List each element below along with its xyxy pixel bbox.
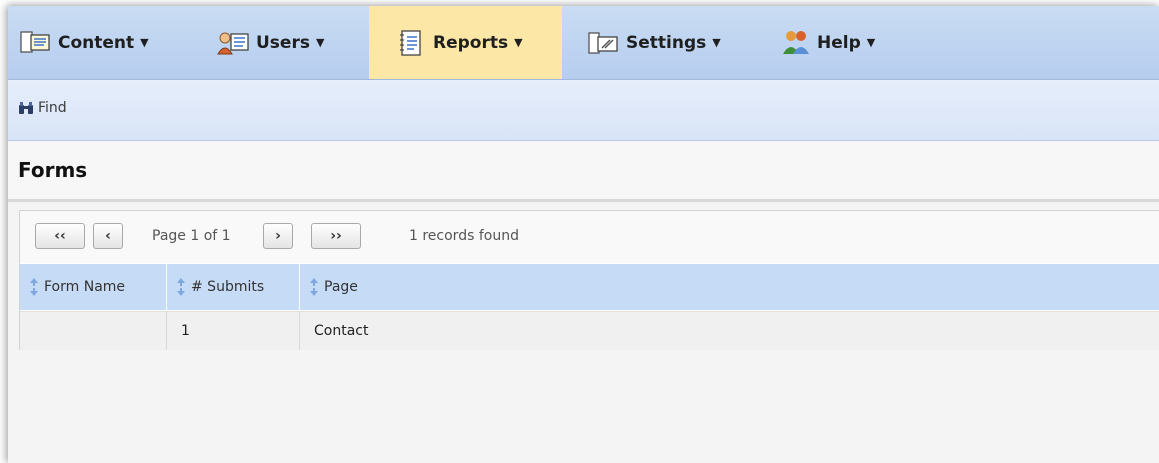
reports-icon (400, 29, 421, 56)
sort-icon (30, 278, 38, 296)
menu-help[interactable]: Help ▼ (781, 6, 875, 79)
menu-content-label: Content (58, 32, 135, 53)
chevron-down-icon: ▼ (712, 36, 721, 49)
chevron-down-icon: ▼ (315, 36, 325, 49)
table-row[interactable]: 1 Contact (20, 311, 1159, 350)
column-label: # Submits (191, 279, 265, 295)
sort-icon (177, 278, 185, 296)
title-area: Forms (8, 141, 1159, 202)
column-header-form-name[interactable]: Form Name (20, 264, 167, 310)
cell-submits: 1 (167, 312, 300, 350)
binoculars-icon (19, 102, 33, 114)
cell-page: Contact (314, 323, 369, 339)
forms-grid: ‹‹ ‹ Page 1 of 1 › ›› 1 records found Fo… (19, 210, 1159, 350)
cell-form-name (20, 312, 167, 350)
first-page-button[interactable]: ‹‹ (35, 223, 85, 249)
page-indicator: Page 1 of 1 (152, 228, 231, 244)
settings-icon (588, 31, 618, 54)
app-window: Content ▼ Users ▼ Reports ▼ Settings ▼ H… (8, 6, 1159, 463)
chevron-down-icon: ▼ (514, 36, 523, 49)
table-header-row: Form Name # Submits Page (20, 264, 1159, 310)
chevron-down-icon: ▼ (866, 36, 876, 49)
sort-icon (310, 278, 318, 296)
page-title: Forms (18, 158, 88, 182)
prev-page-button[interactable]: ‹ (93, 223, 123, 249)
column-label: Page (324, 279, 358, 295)
content-icon (20, 30, 50, 53)
chevron-down-icon: ▼ (140, 36, 149, 49)
help-icon (783, 30, 809, 54)
toolbar: Find (8, 80, 1159, 141)
menu-content[interactable]: Content ▼ (8, 6, 196, 79)
menu-settings[interactable]: Settings ▼ (586, 6, 721, 79)
find-label: Find (38, 100, 67, 116)
find-button[interactable]: Find (18, 100, 67, 116)
menu-reports[interactable]: Reports ▼ (369, 6, 562, 79)
menu-settings-label: Settings (626, 32, 707, 53)
menu-users[interactable]: Users ▼ (216, 6, 324, 79)
menu-reports-label: Reports (433, 32, 509, 53)
records-count: 1 records found (409, 228, 519, 244)
pager: ‹‹ ‹ Page 1 of 1 › ›› 1 records found (20, 211, 1159, 263)
last-page-button[interactable]: ›› (311, 223, 361, 249)
menu-help-label: Help (817, 32, 861, 53)
menu-users-label: Users (256, 32, 310, 53)
column-header-page[interactable]: Page (300, 264, 1159, 310)
main-menu: Content ▼ Users ▼ Reports ▼ Settings ▼ H… (8, 6, 1159, 80)
column-header-submits[interactable]: # Submits (167, 264, 300, 310)
column-label: Form Name (44, 279, 126, 295)
users-icon (217, 32, 249, 54)
next-page-button[interactable]: › (263, 223, 293, 249)
